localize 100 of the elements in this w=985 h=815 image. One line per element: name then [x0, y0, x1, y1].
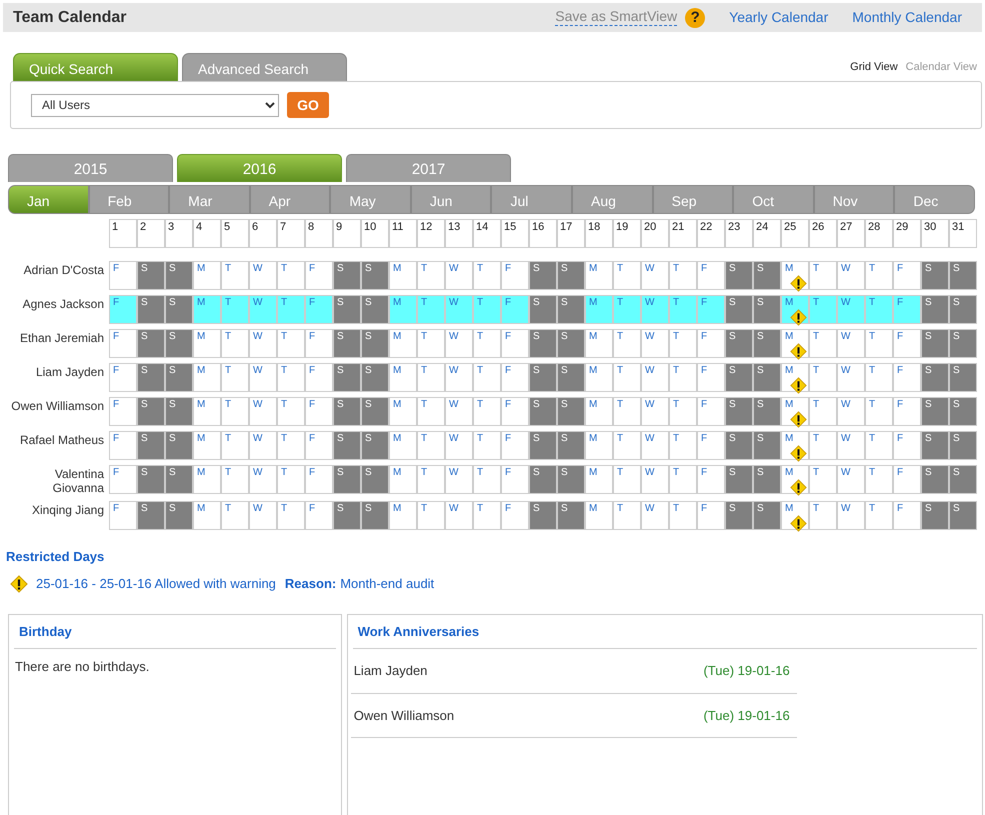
save-smartview-link[interactable]: Save as SmartView	[555, 9, 678, 26]
calendar-link[interactable]: Yearly Calendar	[729, 7, 828, 28]
day-number: 14	[473, 219, 501, 248]
day-cell: S	[333, 465, 361, 494]
month-tab[interactable]: Feb	[88, 186, 168, 213]
day-cell: T	[809, 500, 837, 530]
month-tab[interactable]: Jul	[490, 186, 572, 213]
day-cell: S	[557, 295, 585, 324]
day-number: 23	[725, 219, 753, 248]
day-cell: M	[389, 261, 417, 290]
day-number: 16	[529, 219, 557, 248]
month-tab[interactable]: Nov	[812, 186, 894, 213]
day-cell: S	[333, 500, 361, 530]
day-cell: F	[697, 261, 725, 290]
view-link[interactable]: Grid View	[850, 58, 898, 75]
day-cell: S	[753, 431, 781, 460]
day-cell: T	[613, 465, 641, 494]
day-cell: M	[781, 500, 809, 530]
day-cell: S	[333, 431, 361, 460]
month-tab[interactable]: Apr	[248, 186, 330, 213]
day-number: 12	[417, 219, 445, 248]
day-number: 11	[389, 219, 417, 248]
employee-name: Adrian D'Costa	[22, 262, 105, 279]
month-tab[interactable]: Mar	[168, 186, 249, 213]
day-cell: T	[473, 397, 501, 426]
day-cell: S	[361, 500, 389, 530]
day-cell: S	[557, 431, 585, 460]
day-cell: S	[725, 363, 753, 392]
day-cell: S	[165, 431, 193, 460]
day-cell: T	[277, 329, 305, 358]
day-cell: M	[585, 261, 613, 290]
employee-name: Liam Jayden	[354, 662, 428, 680]
month-tab[interactable]: Jun	[410, 186, 490, 213]
day-cell: W	[641, 500, 669, 530]
day-cell: S	[165, 363, 193, 392]
day-cell: M	[389, 397, 417, 426]
year-tab[interactable]: 2017	[346, 154, 511, 182]
day-cell: W	[249, 363, 277, 392]
day-cell: T	[613, 397, 641, 426]
employee-name: Xinqing Jiang	[30, 502, 105, 519]
day-cell: S	[753, 295, 781, 324]
month-tab[interactable]: Dec	[893, 186, 974, 213]
day-cell: S	[361, 431, 389, 460]
day-cell: F	[697, 431, 725, 460]
day-number: 7	[277, 219, 305, 248]
month-tab[interactable]: Jan	[9, 186, 88, 213]
day-cell: T	[809, 363, 837, 392]
year-tab[interactable]: 2016	[177, 154, 342, 182]
day-cell: T	[865, 500, 893, 530]
help-button[interactable]: ?	[685, 8, 706, 28]
day-cell: F	[109, 295, 137, 324]
day-number: 29	[893, 219, 921, 248]
day-number: 25	[781, 219, 809, 248]
day-cell: T	[277, 295, 305, 324]
day-cell: S	[949, 329, 977, 358]
employee-name: Rafael Matheus	[18, 432, 105, 449]
day-cell: F	[697, 465, 725, 494]
view-link[interactable]: Calendar View	[906, 58, 977, 75]
day-cell: W	[641, 261, 669, 290]
day-cell: W	[837, 431, 865, 460]
day-cell: S	[165, 295, 193, 324]
day-cell: S	[557, 465, 585, 494]
day-cell: F	[893, 397, 921, 426]
day-cell: T	[669, 465, 697, 494]
day-cell: S	[921, 465, 949, 494]
month-tab[interactable]: Oct	[732, 186, 813, 213]
day-cell: W	[249, 465, 277, 494]
day-cell: S	[165, 397, 193, 426]
day-cell: W	[837, 363, 865, 392]
day-cell: F	[501, 500, 529, 530]
day-cell: M	[389, 431, 417, 460]
day-cell: T	[669, 431, 697, 460]
day-cell: T	[865, 465, 893, 494]
day-cell: F	[305, 397, 333, 426]
day-cell: W	[249, 329, 277, 358]
day-cell: F	[893, 329, 921, 358]
day-number: 26	[809, 219, 837, 248]
day-cell: S	[949, 465, 977, 494]
day-number: 22	[697, 219, 725, 248]
day-cell: M	[585, 397, 613, 426]
day-cell: T	[473, 500, 501, 530]
employee-name: Valentina Giovanna	[52, 466, 105, 496]
day-cell: F	[501, 431, 529, 460]
month-tab[interactable]: Aug	[571, 186, 652, 213]
year-tab[interactable]: 2015	[8, 154, 173, 182]
day-cell: S	[361, 295, 389, 324]
day-cell: T	[473, 363, 501, 392]
day-cell: S	[529, 261, 557, 290]
day-cell: T	[613, 329, 641, 358]
warning-icon	[10, 575, 28, 594]
go-button[interactable]: GO	[287, 92, 329, 118]
user-select[interactable]: All Users	[31, 94, 279, 116]
day-number: 18	[585, 219, 613, 248]
day-cell: F	[305, 261, 333, 290]
search-tab[interactable]: Advanced Search	[182, 53, 347, 81]
search-tab[interactable]: Quick Search	[13, 53, 178, 81]
day-cell: F	[697, 363, 725, 392]
month-tab[interactable]: May	[329, 186, 410, 213]
calendar-link[interactable]: Monthly Calendar	[852, 7, 962, 28]
month-tab[interactable]: Sep	[652, 186, 732, 213]
